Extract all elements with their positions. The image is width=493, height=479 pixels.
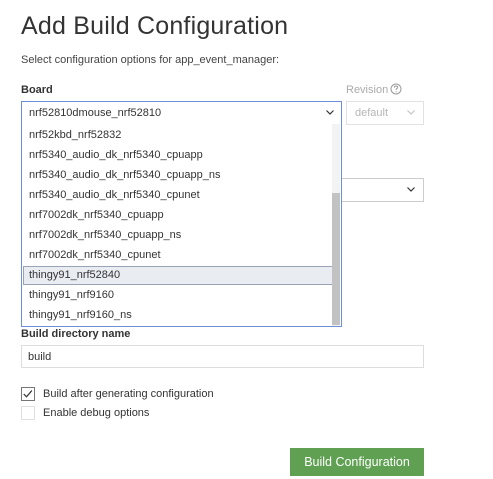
debug-options-checkbox[interactable] [21,406,35,420]
revision-select-value: default [355,107,389,119]
page-title: Add Build Configuration [21,12,289,40]
checkmark-icon [23,390,33,398]
revision-select[interactable]: default [346,101,424,125]
build-after-checkbox[interactable] [21,387,35,401]
board-select-value: nrf52810dmouse_nrf52810 [29,107,162,119]
chevron-down-icon [326,110,334,115]
build-directory-input[interactable]: build [21,345,424,368]
revision-label: Revision [346,84,389,96]
board-option[interactable]: nrf7002dk_nrf5340_cpunet [23,246,333,265]
build-configuration-button[interactable]: Build Configuration [290,448,424,476]
board-option[interactable]: nrf7002dk_nrf5340_cpuapp [23,206,333,225]
board-dropdown-list[interactable]: nrf52kbd_nrf52832 nrf5340_audio_dk_nrf53… [21,124,342,327]
debug-options-label: Enable debug options [43,407,150,419]
board-option[interactable]: thingy91_nrf9160 [23,286,333,305]
build-directory-value: build [28,351,52,363]
board-option[interactable]: nrf5340_audio_dk_nrf5340_cpunet [23,186,333,205]
board-option[interactable]: nrf7002dk_nrf5340_cpuapp_ns [23,226,333,245]
build-directory-label: Build directory name [21,328,131,340]
board-option-highlighted[interactable]: thingy91_nrf52840 [23,266,333,285]
board-option[interactable]: nrf52kbd_nrf52832 [23,126,333,145]
board-option[interactable]: nrf5340_audio_dk_nrf5340_cpuapp [23,146,333,165]
build-after-label: Build after generating configuration [43,388,214,400]
board-option[interactable]: thingy91_nrf9160_ns [23,306,333,325]
page-subtitle: Select configuration options for app_eve… [21,54,280,66]
obscured-select[interactable] [342,178,424,202]
board-select[interactable]: nrf52810dmouse_nrf52810 [21,101,342,125]
help-circle-icon[interactable] [390,83,402,95]
dropdown-scrollbar-thumb[interactable] [332,193,340,325]
chevron-down-icon [407,187,415,192]
chevron-down-icon [407,110,415,115]
board-label: Board [21,84,53,96]
board-option[interactable]: nrf5340_audio_dk_nrf5340_cpuapp_ns [23,166,333,185]
